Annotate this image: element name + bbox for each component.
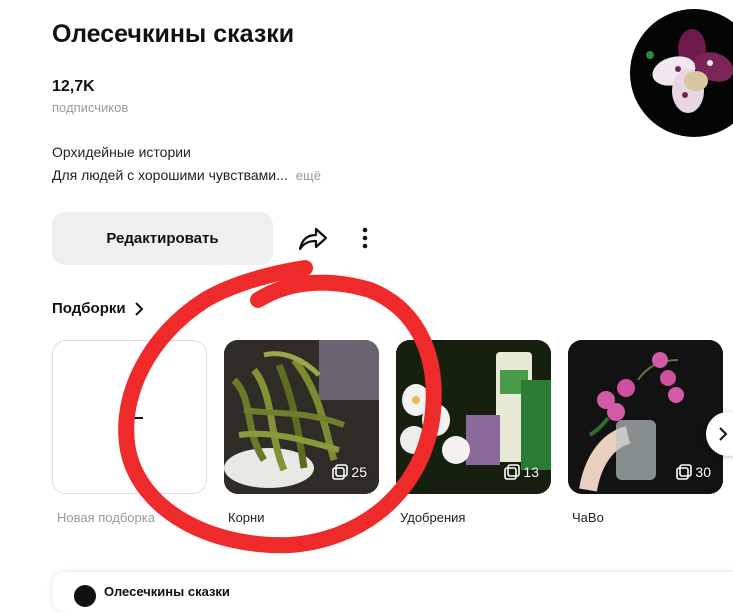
more-options-button[interactable] [356,224,374,254]
post-author-name: Олесечкины сказки [104,584,230,599]
collection-stack-icon [504,464,521,480]
description-line-1: Орхидейные истории [52,144,191,160]
edit-button[interactable]: Редактировать [52,212,273,265]
collection-label-faq: ЧаВо [572,510,604,525]
plus-icon [119,406,143,430]
subscribers-count: 12,7K [52,78,95,95]
share-button[interactable] [296,224,330,254]
collection-count: 25 [351,464,367,480]
collection-count-badge: 25 [332,464,367,480]
collection-label-new: Новая подборка [57,510,155,525]
more-link[interactable]: ещё [296,168,321,183]
collection-card-faq[interactable]: 30 [568,340,723,494]
collection-count: 13 [523,464,539,480]
collection-count: 30 [695,464,711,480]
post-author-avatar [74,585,96,607]
new-collection-card[interactable] [52,340,207,494]
chevron-right-icon [719,427,728,441]
collection-stack-icon [676,464,693,480]
orchid-avatar-image [646,29,733,113]
chevron-right-icon [134,301,144,316]
collections-heading-label: Подборки [52,300,126,317]
post-card[interactable]: Олесечкины сказки [52,572,733,612]
collection-count-badge: 13 [504,464,539,480]
description-line-2: Для людей с хорошими чувствами... ещё [52,167,321,183]
collection-stack-icon [332,464,349,480]
collections-heading[interactable]: Подборки [52,300,144,317]
subscribers-label: подписчиков [52,100,129,115]
channel-title: Олесечкины сказки [52,20,295,48]
collection-label-fertilizers: Удобрения [400,510,466,525]
collection-label-roots: Корни [228,510,265,525]
vertical-dots-icon [362,227,368,249]
description-text: Для людей с хорошими чувствами... [52,167,288,183]
collection-count-badge: 30 [676,464,711,480]
collection-card-fertilizers[interactable]: 13 [396,340,551,494]
share-arrow-icon [298,227,328,251]
red-annotation-circle [118,260,442,554]
collection-card-roots[interactable]: 25 [224,340,379,494]
channel-avatar[interactable] [630,9,733,137]
